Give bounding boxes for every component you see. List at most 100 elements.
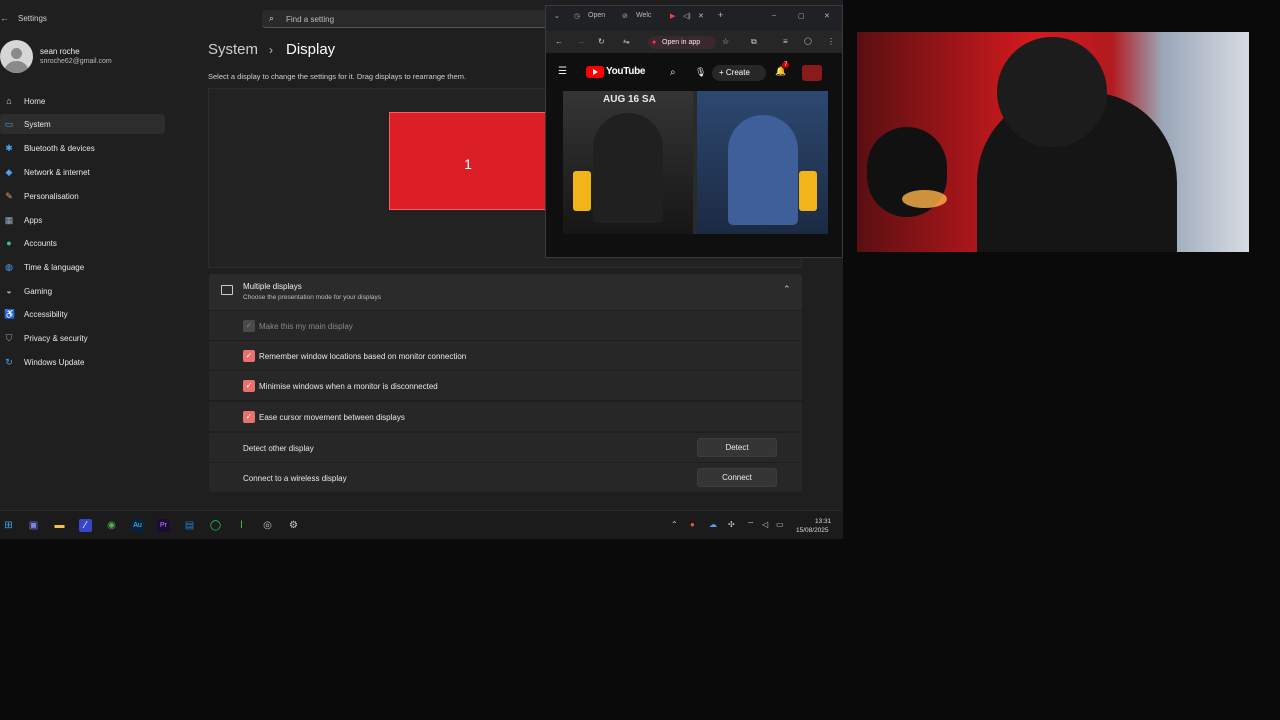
clock-date[interactable]: 15/08/2025 <box>796 527 829 534</box>
channel-avatar[interactable] <box>802 65 822 81</box>
multiple-displays-subtitle: Choose the presentation mode for your di… <box>243 294 382 301</box>
site-info-icon[interactable]: ⇋ <box>623 37 630 46</box>
minimize-icon[interactable]: – <box>772 12 776 19</box>
folder-icon[interactable]: ▬ <box>53 519 66 532</box>
tab-audio-icon[interactable]: ◁) <box>683 12 691 20</box>
chart-app-icon[interactable]: ǀ <box>235 519 248 532</box>
sidebar-item-system[interactable]: ▭ System <box>0 114 165 134</box>
option-remember-locations[interactable]: ✓ Remember window locations based on mon… <box>209 341 802 370</box>
brush-icon: ✎ <box>5 191 13 201</box>
sidebar-item-time-language[interactable]: ◍ Time & language <box>0 257 165 277</box>
maximize-icon[interactable]: ▢ <box>798 12 805 20</box>
sidebar-item-gaming[interactable]: ◒ Gaming <box>0 281 165 301</box>
monitor-number: 1 <box>464 156 472 172</box>
monitor-1-tile[interactable]: 1 <box>389 112 549 210</box>
tab-1[interactable]: Open <box>588 12 605 19</box>
plus-icon: + <box>719 68 726 77</box>
breadcrumb-system[interactable]: System <box>208 41 258 58</box>
profile-icon[interactable]: ◯ <box>804 37 812 45</box>
video-caption: AUG 16 SA <box>603 94 656 105</box>
create-label: Create <box>725 68 750 77</box>
browser-tab-strip: ⌄ ◷ Open ⊘ Welc ▶ ◁) ✕ + – ▢ ✕ <box>546 6 842 31</box>
avatar[interactable] <box>0 40 33 73</box>
back-arrow-icon[interactable]: ← <box>0 13 9 23</box>
chrome-icon[interactable]: ◉ <box>105 519 118 532</box>
youtube-logo-icon[interactable] <box>586 66 604 78</box>
volume-icon[interactable]: ◁ <box>762 520 768 529</box>
shield-icon: ⛉ <box>5 333 13 343</box>
breadcrumb-separator: › <box>269 43 273 57</box>
tab-icon-1: ◷ <box>574 13 581 20</box>
ease-cursor-checkbox[interactable]: ✓ <box>243 411 255 423</box>
extensions-icon[interactable]: ⧉ <box>751 37 757 47</box>
start-icon[interactable]: ⊞ <box>2 519 15 532</box>
remember-locations-checkbox[interactable]: ✓ <box>243 350 255 362</box>
search-icon[interactable]: ⌕ <box>670 67 676 78</box>
tab-close-icon[interactable]: ✕ <box>698 12 704 20</box>
audition-icon[interactable]: Au <box>131 519 144 532</box>
open-in-app-button[interactable]: ● Open in app <box>648 36 716 49</box>
browser-window: ⌄ ◷ Open ⊘ Welc ▶ ◁) ✕ + – ▢ ✕ ← → ↻ ⇋ ●… <box>545 5 843 258</box>
open-app-icon: ● <box>652 39 657 46</box>
minimise-windows-checkbox[interactable]: ✓ <box>243 380 255 392</box>
option-main-display: ✓ Make this my main display <box>209 311 802 340</box>
video-person-left <box>593 113 663 223</box>
option-minimise-windows[interactable]: ✓ Minimise windows when a monitor is dis… <box>209 371 802 400</box>
sidebar-item-privacy[interactable]: ⛉ Privacy & security <box>0 328 165 348</box>
window-title: Settings <box>18 14 47 23</box>
menu-icon[interactable]: ⋮ <box>827 37 835 46</box>
sidebar-item-accessibility[interactable]: ♿ Accessibility <box>0 304 165 324</box>
wifi-tray-icon[interactable]: ⌔ <box>747 520 755 530</box>
forward-icon[interactable]: → <box>577 37 585 46</box>
accessibility-icon: ♿ <box>4 309 16 319</box>
detect-button[interactable]: Detect <box>697 438 777 457</box>
word-icon[interactable]: ▤ <box>183 519 196 532</box>
youtube-wordmark: YouTube <box>606 66 646 77</box>
new-tab-icon[interactable]: + <box>718 10 723 20</box>
system-icon: ▭ <box>4 119 14 129</box>
steam-icon[interactable]: ◎ <box>261 519 274 532</box>
back-icon[interactable]: ← <box>555 37 563 46</box>
video-person-right <box>728 115 798 225</box>
tray-app-icon[interactable]: ● <box>690 520 695 529</box>
chevron-up-icon[interactable]: ⌃ <box>783 284 791 295</box>
tab-2[interactable]: Welc <box>636 12 651 19</box>
battery-icon[interactable]: ▭ <box>776 520 784 529</box>
sidebar-item-accounts[interactable]: ● Accounts <box>0 233 165 253</box>
user-name: sean roche <box>40 47 80 56</box>
reload-icon[interactable]: ↻ <box>598 37 605 46</box>
webcam-feed <box>857 32 1249 252</box>
microphone-icon[interactable]: 🎙 <box>695 67 706 78</box>
designer-icon[interactable]: ⁄ <box>79 519 92 532</box>
option-label: Ease cursor movement between displays <box>259 413 405 422</box>
tab-icon-2: ⊘ <box>622 13 628 20</box>
sidebar-item-network[interactable]: ◆ Network & internet <box>0 162 165 182</box>
search-input[interactable]: ⌕ Find a setting <box>262 10 562 28</box>
language-icon[interactable]: ✣ <box>728 520 735 529</box>
bookmark-star-icon[interactable]: ☆ <box>722 37 729 46</box>
clock-time[interactable]: 13:31 <box>815 518 831 525</box>
video-player[interactable]: AUG 16 SA <box>563 91 828 234</box>
tab-list-icon[interactable]: ⌄ <box>554 12 560 20</box>
option-ease-cursor[interactable]: ✓ Ease cursor movement between displays <box>209 402 802 431</box>
streamer-head <box>997 37 1107 147</box>
sidebar-item-windows-update[interactable]: ↻ Windows Update <box>0 352 165 372</box>
hamburger-icon[interactable]: ☰ <box>558 66 567 77</box>
connect-button[interactable]: Connect <box>697 468 777 487</box>
sidebar-item-personalisation[interactable]: ✎ Personalisation <box>0 186 165 206</box>
sidebar-item-home[interactable]: ⌂ Home <box>0 91 165 111</box>
option-label: Make this my main display <box>259 322 353 331</box>
premiere-icon[interactable]: Pr <box>157 519 170 532</box>
multiple-displays-header[interactable]: Multiple displays Choose the presentatio… <box>209 274 802 310</box>
settings-gear-icon[interactable]: ⚙ <box>287 519 300 532</box>
sidebar-item-bluetooth[interactable]: ✱ Bluetooth & devices <box>0 138 165 158</box>
media-icon[interactable]: ≡ <box>783 37 788 46</box>
chevron-up-tray-icon[interactable]: ⌃ <box>671 520 678 529</box>
close-icon[interactable]: ✕ <box>824 12 830 20</box>
create-button[interactable]: + Create <box>712 65 766 81</box>
whatsapp-icon[interactable]: ◯ <box>209 519 222 532</box>
wireless-display-label: Connect to a wireless display <box>243 474 347 483</box>
teams-icon[interactable]: ▣ <box>27 519 40 532</box>
sidebar-item-apps[interactable]: ▦ Apps <box>0 210 165 230</box>
onedrive-icon[interactable]: ☁ <box>709 520 717 529</box>
